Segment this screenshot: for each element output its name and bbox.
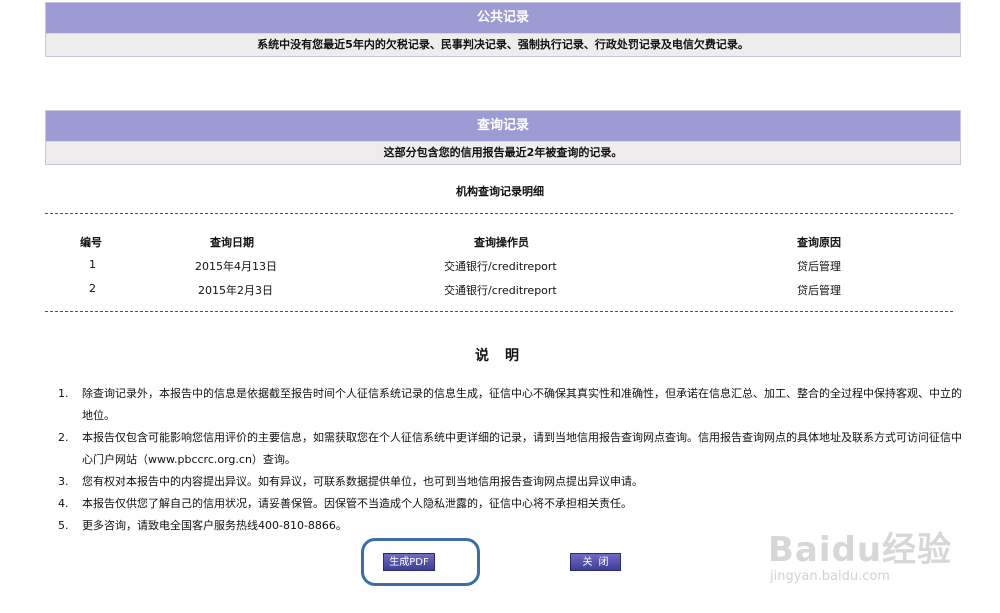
- note-number: 3.: [58, 475, 69, 488]
- row-operator: 交通银行/creditreport: [444, 284, 557, 297]
- list-item: 3. 您有权对本报告中的内容提出异议。如有异议，可联系数据提供单位，也可到当地信…: [58, 471, 963, 493]
- note-text: 您有权对本报告中的内容提出异议。如有异议，可联系数据提供单位，也可到当地信用报告…: [82, 475, 643, 488]
- list-item: 2. 本报告仅包含可能影响您信用评价的主要信息，如需获取您在个人征信系统中更详细…: [58, 427, 963, 471]
- query-detail-title: 机构查询记录明细: [456, 185, 544, 198]
- generate-pdf-button[interactable]: 生成PDF: [383, 553, 435, 571]
- row-operator: 交通银行/creditreport: [444, 260, 557, 273]
- column-header-reason: 查询原因: [797, 236, 841, 249]
- note-number: 1.: [58, 387, 69, 400]
- note-number: 2.: [58, 431, 69, 444]
- row-reason: 贷后管理: [797, 260, 841, 273]
- notes-list: 1. 除查询记录外，本报告中的信息是依据截至报告时间个人征信系统记录的信息生成，…: [58, 383, 963, 537]
- column-header-date: 查询日期: [210, 236, 254, 249]
- list-item: 1. 除查询记录外，本报告中的信息是依据截至报告时间个人征信系统记录的信息生成，…: [58, 383, 963, 427]
- row-date: 2015年2月3日: [198, 284, 273, 297]
- notes-title: 说明: [475, 348, 535, 364]
- row-reason: 贷后管理: [797, 284, 841, 297]
- public-records-title: 公共记录: [46, 3, 960, 33]
- table-bottom-divider: [45, 311, 953, 312]
- note-text: 本报告仅包含可能影响您信用评价的主要信息，如需获取您在个人征信系统中更详细的记录…: [82, 431, 962, 466]
- table-top-divider: [45, 213, 953, 214]
- close-button[interactable]: 关闭: [570, 553, 621, 571]
- baidu-watermark-url: jingyan.baidu.com: [770, 569, 890, 584]
- public-records-panel: 公共记录 系统中没有您最近5年内的欠税记录、民事判决记录、强制执行记录、行政处罚…: [45, 2, 961, 57]
- query-records-panel: 查询记录 这部分包含您的信用报告最近2年被查询的记录。: [45, 110, 961, 165]
- row-number: 1: [89, 258, 96, 271]
- baidu-watermark-logo: Baidu经验: [768, 530, 953, 570]
- note-number: 5.: [58, 519, 69, 532]
- public-records-message: 系统中没有您最近5年内的欠税记录、民事判决记录、强制执行记录、行政处罚记录及电信…: [46, 33, 960, 56]
- column-header-operator: 查询操作员: [474, 236, 529, 249]
- note-text: 本报告仅供您了解自己的信用状况，请妥善保管。因保管不当造成个人隐私泄露的，征信中…: [82, 497, 632, 510]
- column-header-number: 编号: [80, 236, 102, 249]
- note-number: 4.: [58, 497, 69, 510]
- note-text: 除查询记录外，本报告中的信息是依据截至报告时间个人征信系统记录的信息生成，征信中…: [82, 387, 962, 422]
- list-item: 4. 本报告仅供您了解自己的信用状况，请妥善保管。因保管不当造成个人隐私泄露的，…: [58, 493, 963, 515]
- row-number: 2: [89, 282, 96, 295]
- query-records-title: 查询记录: [46, 111, 960, 141]
- query-records-message: 这部分包含您的信用报告最近2年被查询的记录。: [46, 141, 960, 164]
- row-date: 2015年4月13日: [195, 260, 277, 273]
